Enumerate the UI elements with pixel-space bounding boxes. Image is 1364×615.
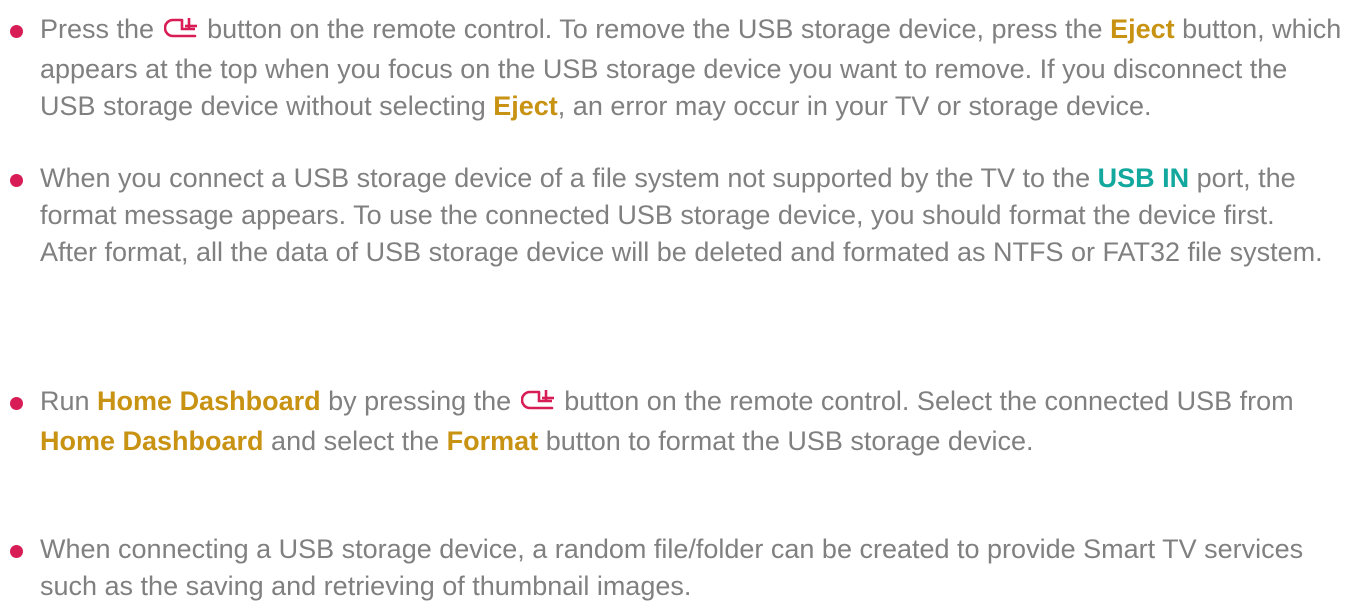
home-icon xyxy=(520,386,555,423)
keyword-home-dashboard: Home Dashboard xyxy=(97,386,321,416)
item-text: Run xyxy=(40,386,98,416)
item-text: Press the xyxy=(40,14,162,44)
item-text: When you connect a USB storage device of… xyxy=(40,163,1098,193)
item-text: When connecting a USB storage device, a … xyxy=(40,534,1304,601)
list-item: Press the button on the remote control. … xyxy=(0,11,1364,125)
item-text: After format, all the data of USB storag… xyxy=(40,237,1323,267)
list-item: Run Home Dashboard by pressing the butto… xyxy=(0,383,1364,460)
keyword-usb-in: USB IN xyxy=(1097,163,1190,193)
item-text: button to format the USB storage device. xyxy=(538,426,1034,456)
item-text: button on the remote control. Select the… xyxy=(556,386,1294,416)
keyword-eject: Eject xyxy=(493,91,558,121)
item-text: button on the remote control. To remove … xyxy=(199,14,1111,44)
keyword-home-dashboard: Home Dashboard xyxy=(40,426,264,456)
list-item: When you connect a USB storage device of… xyxy=(0,160,1364,271)
bullet-dot xyxy=(10,397,23,410)
keyword-eject: Eject xyxy=(1110,14,1175,44)
bullet-dot xyxy=(10,25,23,38)
keyword-format: Format xyxy=(446,426,539,456)
bullet-dot xyxy=(10,545,23,558)
list-item: When connecting a USB storage device, a … xyxy=(0,531,1364,605)
home-icon xyxy=(163,14,198,51)
item-text: by pressing the xyxy=(320,386,519,416)
bullet-dot xyxy=(10,174,23,187)
item-text: and select the xyxy=(263,426,447,456)
item-text: , an error may occur in your TV or stora… xyxy=(557,91,1152,121)
